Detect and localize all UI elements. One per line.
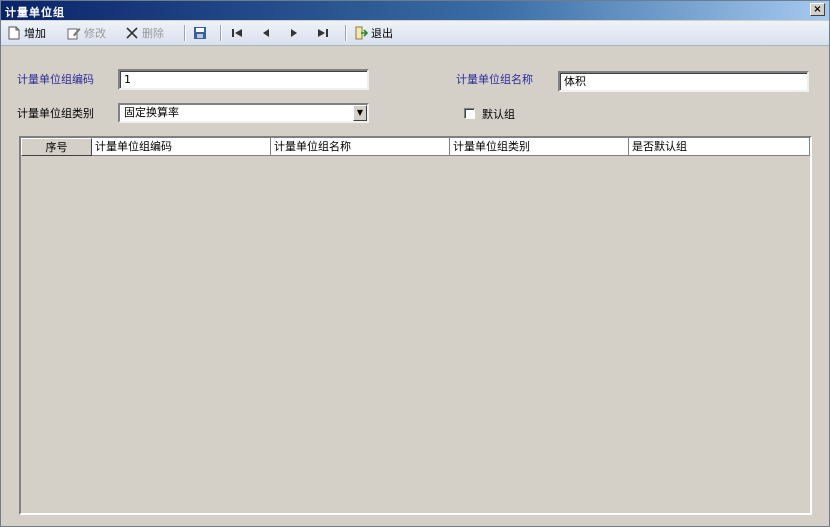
edit-button[interactable]: 修改 bbox=[67, 24, 106, 42]
default-group-checkbox[interactable] bbox=[464, 108, 475, 119]
first-record-icon bbox=[230, 26, 244, 40]
delete-icon bbox=[125, 26, 139, 40]
edit-label: 修改 bbox=[84, 27, 106, 40]
column-header-type[interactable]: 计量单位组类别 bbox=[450, 138, 629, 156]
name-label: 计量单位组名称 bbox=[456, 73, 533, 86]
toolbar: 增加 修改 删除 退出 bbox=[1, 21, 829, 46]
prev-record-icon bbox=[259, 26, 273, 40]
first-record-button[interactable] bbox=[230, 24, 247, 42]
add-button[interactable]: 增加 bbox=[7, 24, 46, 42]
title-bar[interactable]: 计量单位组 × bbox=[1, 1, 829, 20]
type-label: 计量单位组类别 bbox=[17, 107, 94, 120]
toolbar-separator bbox=[184, 25, 186, 41]
type-select[interactable]: 固定换算率 ▼ bbox=[118, 103, 369, 123]
chevron-down-icon[interactable]: ▼ bbox=[353, 105, 367, 121]
save-button[interactable] bbox=[193, 24, 210, 42]
code-label: 计量单位组编码 bbox=[17, 73, 94, 86]
unit-group-window: 计量单位组 × 增加 修改 删除 退出 计量单位组编码 1 计量单位组名称 体积… bbox=[0, 0, 830, 527]
default-group-label: 默认组 bbox=[482, 108, 515, 121]
exit-button[interactable]: 退出 bbox=[354, 24, 393, 42]
column-header-code[interactable]: 计量单位组编码 bbox=[92, 138, 271, 156]
exit-icon bbox=[354, 26, 369, 40]
close-icon: × bbox=[813, 4, 822, 15]
add-label: 增加 bbox=[24, 27, 46, 40]
close-button[interactable]: × bbox=[810, 3, 825, 16]
edit-icon bbox=[67, 26, 81, 40]
save-icon bbox=[193, 26, 207, 40]
unit-group-grid[interactable]: 序号 计量单位组编码 计量单位组名称 计量单位组类别 是否默认组 bbox=[19, 136, 812, 515]
type-select-value: 固定换算率 bbox=[124, 106, 179, 119]
delete-label: 删除 bbox=[142, 27, 164, 40]
name-input[interactable]: 体积 bbox=[558, 71, 809, 92]
toolbar-separator bbox=[220, 25, 222, 41]
window-title: 计量单位组 bbox=[5, 6, 65, 19]
column-header-index[interactable]: 序号 bbox=[21, 138, 92, 156]
next-record-icon bbox=[287, 26, 301, 40]
exit-label: 退出 bbox=[371, 27, 393, 40]
new-doc-icon bbox=[7, 26, 21, 40]
prev-record-button[interactable] bbox=[259, 24, 276, 42]
delete-button[interactable]: 删除 bbox=[125, 24, 164, 42]
last-record-icon bbox=[316, 26, 330, 40]
code-input[interactable]: 1 bbox=[118, 69, 369, 90]
column-header-default[interactable]: 是否默认组 bbox=[629, 138, 810, 156]
toolbar-separator bbox=[345, 25, 347, 41]
column-header-name[interactable]: 计量单位组名称 bbox=[271, 138, 450, 156]
next-record-button[interactable] bbox=[287, 24, 304, 42]
last-record-button[interactable] bbox=[316, 24, 333, 42]
grid-header: 序号 计量单位组编码 计量单位组名称 计量单位组类别 是否默认组 bbox=[21, 138, 810, 156]
